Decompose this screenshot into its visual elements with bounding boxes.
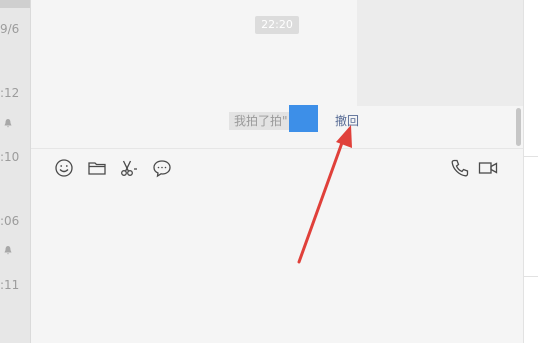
recall-link[interactable]: 撤回	[335, 112, 359, 130]
message-input-area[interactable]	[31, 149, 523, 343]
mute-bell-icon	[3, 240, 13, 255]
chat-list-timestamp: :12	[0, 86, 20, 100]
scrollbar[interactable]	[515, 108, 523, 148]
scissors-icon[interactable]	[119, 158, 139, 178]
scrollbar-thumb[interactable]	[516, 108, 521, 146]
chat-list-timestamp: 9/6	[0, 22, 20, 36]
avatar	[289, 105, 318, 132]
panel-divider	[524, 156, 538, 157]
video-icon[interactable]	[478, 158, 498, 178]
chat-list-strip: 9/6 :12 :10 :06 :11	[0, 0, 31, 343]
list-top-bar	[0, 0, 30, 8]
chat-list-timestamp: :10	[0, 150, 20, 164]
chat-list-timestamp: :06	[0, 214, 20, 228]
panel-divider	[524, 276, 538, 277]
pat-system-message: 我拍了拍"	[229, 112, 289, 130]
phone-icon[interactable]	[450, 158, 470, 178]
folder-icon[interactable]	[87, 158, 107, 178]
emoji-icon[interactable]	[54, 158, 74, 178]
chat-list-timestamp: :11	[0, 278, 20, 292]
mute-bell-icon	[3, 113, 13, 128]
message-time: 22:20	[255, 16, 299, 34]
overlay-panel	[357, 0, 523, 106]
chat-bubble-icon[interactable]	[152, 158, 172, 178]
right-edge-panel	[523, 0, 538, 343]
